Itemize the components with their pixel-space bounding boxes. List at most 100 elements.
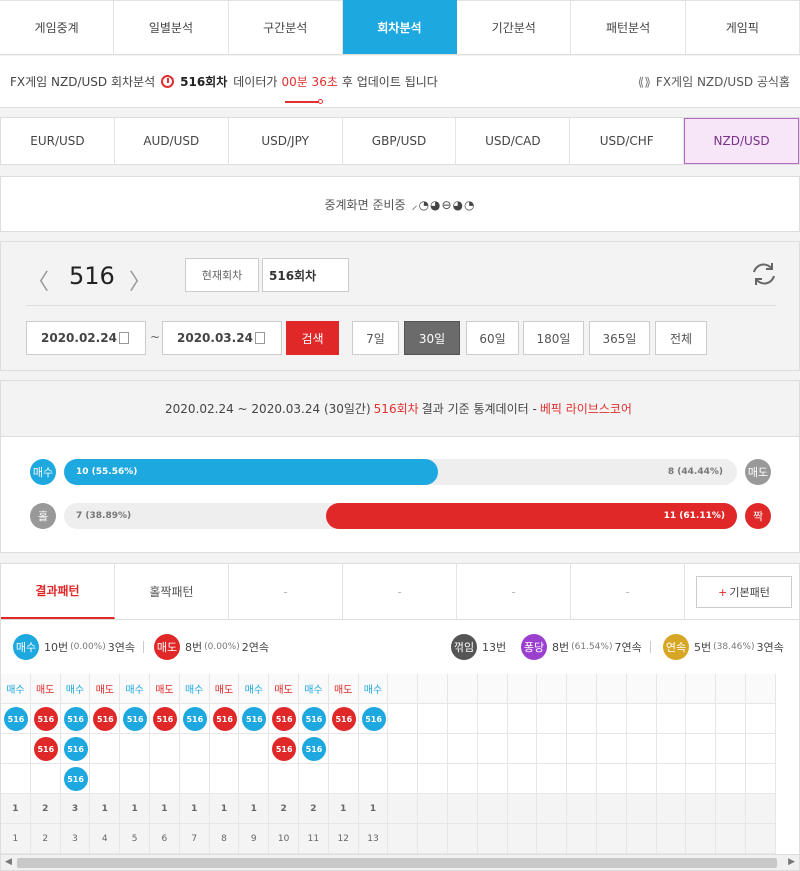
pattern-tab[interactable]: -	[343, 564, 457, 619]
plus-icon: +	[718, 585, 728, 599]
grid-cell: 516	[358, 704, 389, 734]
period-button[interactable]: 30일	[404, 321, 460, 355]
grid-cell	[686, 824, 717, 854]
period-button[interactable]: 180일	[523, 321, 584, 355]
currency-tab[interactable]: NZD/USD	[684, 118, 800, 164]
pattern-tab[interactable]: 결과패턴	[1, 564, 115, 619]
scroll-left-icon[interactable]: ◀	[5, 857, 12, 867]
pattern-tab[interactable]: 홀짝패턴	[115, 564, 229, 619]
result-ball[interactable]: 516	[272, 737, 297, 761]
column-count: 2	[299, 794, 329, 824]
legend-cont-pct: (38.46%)	[713, 642, 755, 652]
period-button[interactable]: 7일	[352, 321, 399, 355]
result-ball[interactable]: 516	[93, 707, 118, 731]
grid-cell	[328, 764, 359, 794]
date-to-input[interactable]: 2020.03.24	[162, 321, 282, 355]
grid-cell	[537, 824, 568, 854]
date-from-input[interactable]: 2020.02.24	[26, 321, 146, 355]
result-ball[interactable]: 516	[33, 707, 58, 731]
divider	[26, 305, 776, 306]
legend-cont-count: 5번	[694, 641, 712, 654]
current-round-button[interactable]: 현재회차	[185, 258, 259, 292]
legend-separator	[143, 641, 144, 653]
column-count: 1	[328, 794, 359, 824]
column-index: 10	[269, 824, 299, 854]
result-ball[interactable]: 516	[302, 737, 326, 761]
result-ball[interactable]: 516	[212, 707, 237, 731]
result-ball[interactable]: 516	[302, 707, 326, 731]
grid-cell	[30, 764, 61, 794]
grid-cell	[239, 764, 270, 794]
grid-cell	[656, 734, 687, 764]
nav-tab[interactable]: 게임중계	[0, 0, 115, 54]
column-header: 매도	[90, 674, 121, 704]
basic-pattern-label: 기본패턴	[729, 586, 770, 599]
currency-tab[interactable]: USD/CAD	[456, 118, 571, 164]
round-input[interactable]: 516회차	[262, 258, 349, 292]
horizontal-scrollbar[interactable]: ◀ ▶	[1, 854, 799, 870]
nav-tab[interactable]: 구간분석	[228, 0, 343, 54]
column-header: 매수	[239, 674, 270, 704]
column-index: 5	[120, 824, 150, 854]
result-ball[interactable]: 516	[123, 707, 148, 731]
prev-round-button[interactable]: 〈	[27, 264, 49, 296]
refresh-icon[interactable]	[750, 260, 778, 288]
period-button[interactable]: 60일	[466, 321, 519, 355]
round-number: 516	[69, 262, 115, 290]
grid-cell	[477, 704, 508, 734]
nav-tab[interactable]: 회차분석	[342, 0, 458, 54]
result-ball[interactable]: 516	[153, 707, 177, 731]
pattern-tab[interactable]: -	[229, 564, 343, 619]
grid-cell: 516	[239, 704, 270, 734]
official-link[interactable]: ⟪⟫ FX게임 NZD/USD 공식홈	[638, 73, 790, 90]
search-button[interactable]: 검색	[286, 321, 339, 355]
round-panel: 〈 516 〉 현재회차 516회차 2020.02.24 ~ 2020.03.…	[0, 241, 800, 371]
grid-cell	[358, 764, 389, 794]
nav-tab[interactable]: 패턴분석	[571, 0, 686, 54]
result-ball[interactable]: 516	[63, 767, 88, 791]
legend-buy-badge: 매수	[13, 634, 39, 660]
grid-cell	[388, 734, 419, 764]
result-ball[interactable]: 516	[33, 737, 58, 761]
scroll-right-icon[interactable]: ▶	[788, 857, 795, 867]
scroll-thumb[interactable]	[17, 858, 777, 868]
pattern-tab[interactable]: -	[571, 564, 685, 619]
nav-tab[interactable]: 게임픽	[685, 0, 800, 54]
date-separator: ~	[150, 330, 161, 344]
grid-cell	[686, 674, 717, 704]
next-round-button[interactable]: 〉	[129, 264, 151, 296]
grid-cell	[626, 704, 657, 734]
pattern-tab[interactable]: -	[457, 564, 571, 619]
official-link-label: FX게임 NZD/USD 공식홈	[655, 75, 790, 89]
result-ball[interactable]: 516	[4, 707, 28, 731]
result-ball[interactable]: 516	[331, 707, 356, 731]
nav-tab[interactable]: 일별분석	[114, 0, 229, 54]
result-ball[interactable]: 516	[242, 707, 267, 731]
stream-placeholder: 중계화면 준비중 ⸝◔◕⊖◕◔	[0, 176, 800, 232]
grid-cell	[686, 704, 717, 734]
grid-cell	[716, 704, 746, 734]
basic-pattern-button[interactable]: + 기본패턴	[696, 576, 792, 608]
period-button[interactable]: 전체	[655, 321, 707, 355]
grid-cell	[269, 764, 299, 794]
grid-cell: 516	[209, 704, 240, 734]
grid-cell: 516	[269, 734, 299, 764]
currency-tab[interactable]: GBP/USD	[343, 118, 457, 164]
nav-tab[interactable]: 기간분석	[457, 0, 572, 54]
result-ball[interactable]: 516	[361, 707, 386, 731]
grid-cell	[418, 704, 448, 734]
legend-buy-pct: (0.00%)	[70, 642, 106, 652]
result-ball[interactable]: 516	[272, 707, 297, 731]
column-index: 6	[150, 824, 180, 854]
currency-tab[interactable]: AUD/USD	[115, 118, 229, 164]
currency-tab[interactable]: USD/CHF	[570, 118, 685, 164]
grid-cell	[299, 764, 329, 794]
period-button[interactable]: 365일	[589, 321, 650, 355]
currency-tab[interactable]: USD/JPY	[229, 118, 343, 164]
currency-tab[interactable]: EUR/USD	[1, 118, 115, 164]
result-ball[interactable]: 516	[63, 707, 88, 731]
result-ball[interactable]: 516	[63, 737, 88, 761]
result-ball[interactable]: 516	[182, 707, 207, 731]
legend-separator	[649, 641, 651, 653]
grid-cell: 516	[120, 704, 150, 734]
